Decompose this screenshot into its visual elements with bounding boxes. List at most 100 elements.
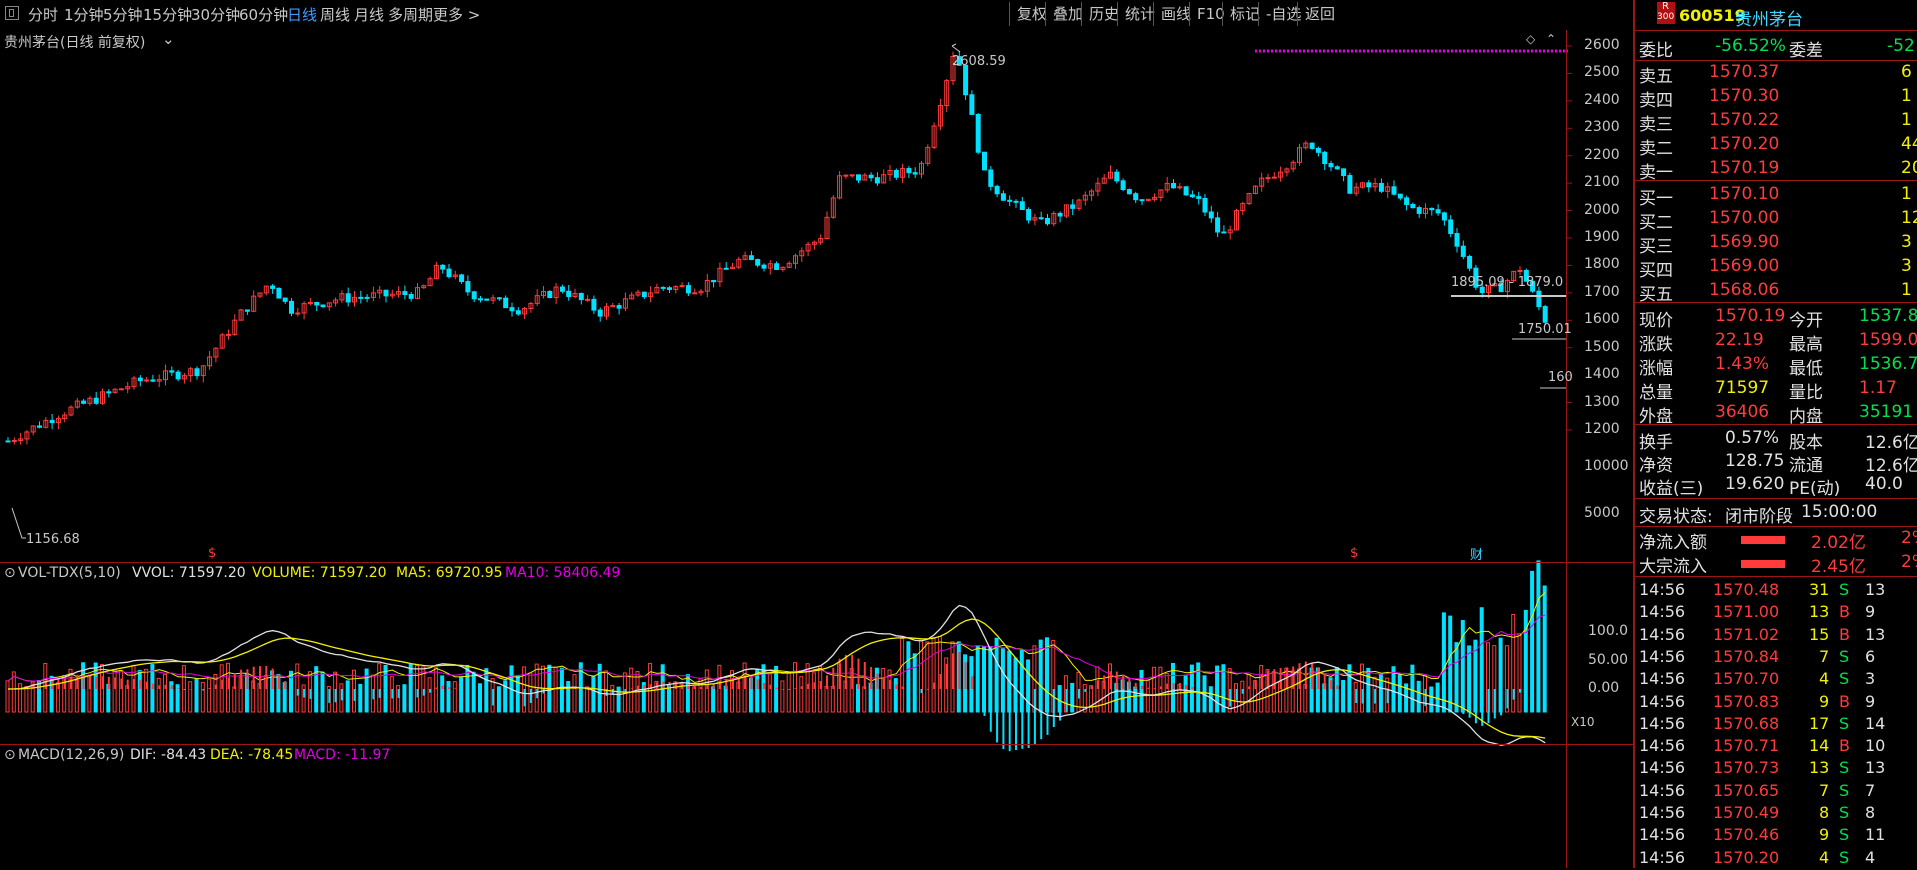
ask-volume: 1 [1901,110,1912,130]
vol-indicator-name[interactable]: VOL-TDX(5,10) [18,565,121,581]
period-monthly[interactable]: 月线 [354,4,384,25]
candle-body [440,264,446,270]
period-fenshi[interactable]: 分时 [28,4,58,25]
divider [1635,424,1917,425]
dividend-marker[interactable]: $ [1350,546,1358,561]
stat-row: 外盘 36406 内盘 35191 [1639,402,1917,427]
trade-status-row: 交易状态: 闭市阶段 15:00:00 [1639,502,1917,527]
period-weekly[interactable]: 周线 [320,4,350,25]
period-more[interactable]: 更多 > [433,4,480,25]
tick-row[interactable]: 14:56 1570.71 14 B 10 [1639,736,1917,758]
pane-menu-icon[interactable]: ⌄ [162,30,175,48]
collapse-icon[interactable]: ⌃ [1546,32,1556,46]
kline-chart[interactable]: 贵州茅台(日线 前复权) ⌄ ◇ ⌃ ⊙ VOL-TDX(5,10) VVOL:… [0,30,1633,868]
stock-name[interactable]: 贵州茅台 [1735,5,1803,30]
financial-report-marker[interactable]: 财 [1470,544,1483,563]
price-tick-label: 2100 [1584,174,1620,191]
volume-bar [144,668,149,713]
trade-status: 闭市阶段 [1725,507,1793,527]
volume-bar [452,681,457,713]
volume-bar [900,637,905,713]
volume-bar [125,685,130,713]
bid-row[interactable]: 买二 1570.00 12 [1639,208,1917,233]
high-marker: 2608.59 [952,54,1006,69]
tick-row[interactable]: 14:56 1570.84 7 S 6 [1639,647,1917,669]
bid-row[interactable]: 买四 1569.00 3 [1639,256,1917,281]
tick-row[interactable]: 14:56 1570.70 4 S 3 [1639,669,1917,691]
trade-status-label: 交易状态: [1639,507,1713,527]
volume-tick-label: 10000 [1584,458,1629,474]
tick-row[interactable]: 14:56 1570.49 8 S 8 [1639,803,1917,825]
bid-row[interactable]: 买五 1568.06 1 [1639,280,1917,305]
ask-row[interactable]: 卖二 1570.20 44 [1639,134,1917,159]
candle-body [478,298,483,301]
tick-count: 9 [1865,691,1876,711]
candle-body [515,310,521,315]
back-button[interactable]: 返回 [1297,2,1342,26]
macd-pane-menu-icon[interactable]: ⊙ [4,747,16,763]
period-multi[interactable]: 多周期 [388,4,433,25]
period-1min[interactable]: 1分钟 [64,4,104,25]
tick-time: 14:56 [1639,780,1686,800]
candle-body [1221,231,1227,234]
candle-body [383,289,389,297]
tick-price: 1570.83 [1713,691,1780,711]
price-tick-label: 1900 [1584,229,1620,245]
macd-indicator-name[interactable]: MACD(12,26,9) [18,747,124,763]
tick-price: 1570.70 [1713,669,1780,689]
tick-time: 14:56 [1639,691,1686,711]
candle-body [402,291,408,296]
price-tick-label: 2300 [1584,119,1620,136]
ask-row[interactable]: 卖五 1570.37 6 [1639,62,1917,87]
tick-row[interactable]: 14:56 1571.02 15 B 13 [1639,625,1917,647]
tick-row[interactable]: 14:56 1571.00 13 B 9 [1639,602,1917,624]
candle-body [1460,245,1466,257]
bid-price: 1568.06 [1709,280,1780,300]
tick-row[interactable]: 14:56 1570.65 7 S 7 [1639,781,1917,803]
ask-row[interactable]: 卖一1570.1920 [1639,158,1917,183]
candle-body [314,301,320,306]
bid-volume: 3 [1901,256,1912,276]
period-30min[interactable]: 30分钟 [191,4,240,25]
period-daily[interactable]: 日线 [287,4,317,25]
panel-toggle-icon[interactable] [5,6,19,20]
volume-bar [1523,609,1528,713]
candle-body [1139,199,1145,202]
tick-row[interactable]: 14:56 1570.73 13 S 13 [1639,758,1917,780]
volume-bar [194,678,199,713]
volume-bar [1360,663,1364,713]
bid-price: 1570.10 [1709,184,1780,204]
tick-row[interactable]: 14:56 1570.20 4 S 4 [1639,848,1917,870]
bid-row[interactable]: 买三 1569.90 3 [1639,232,1917,257]
chart-canvas[interactable] [0,30,1633,868]
candle-body [547,291,553,299]
tick-row[interactable]: 14:56 1570.68 17 S 14 [1639,714,1917,736]
bid-row[interactable]: 买一 1570.10 1 [1639,184,1917,209]
diamond-icon[interactable]: ◇ [1526,32,1535,46]
candle-body [320,304,326,308]
volume-bar [137,669,142,713]
candle-body [1341,168,1347,177]
high-arrow [951,43,961,53]
tick-row[interactable]: 14:56 1570.83 9 B 9 [1639,692,1917,714]
candle-body [276,287,282,299]
candle-body [244,309,250,312]
fundamental-value: 128.75 [1725,451,1785,471]
period-5min[interactable]: 5分钟 [103,4,143,25]
ask-row[interactable]: 卖三 1570.22 1 [1639,110,1917,135]
tick-side: S [1839,713,1850,733]
vol-pane-menu-icon[interactable]: ⊙ [4,565,16,581]
dividend-marker[interactable]: $ [208,546,216,561]
tick-row[interactable]: 14:56 1570.48 31 S 13 [1639,580,1917,602]
volume-bar [1240,680,1245,713]
period-15min[interactable]: 15分钟 [143,4,192,25]
tick-volume: 31 [1809,580,1830,599]
tick-time: 14:56 [1639,602,1686,622]
weicha-label: 委差 [1789,41,1823,61]
tick-volume: 9 [1819,691,1830,711]
candle-body [169,370,175,373]
tick-row[interactable]: 14:56 1570.46 9 S 11 [1639,825,1917,847]
ask-row[interactable]: 卖四 1570.30 1 [1639,86,1917,111]
period-60min[interactable]: 60分钟 [239,4,288,25]
stat-value: 1537.88 [1859,306,1917,326]
